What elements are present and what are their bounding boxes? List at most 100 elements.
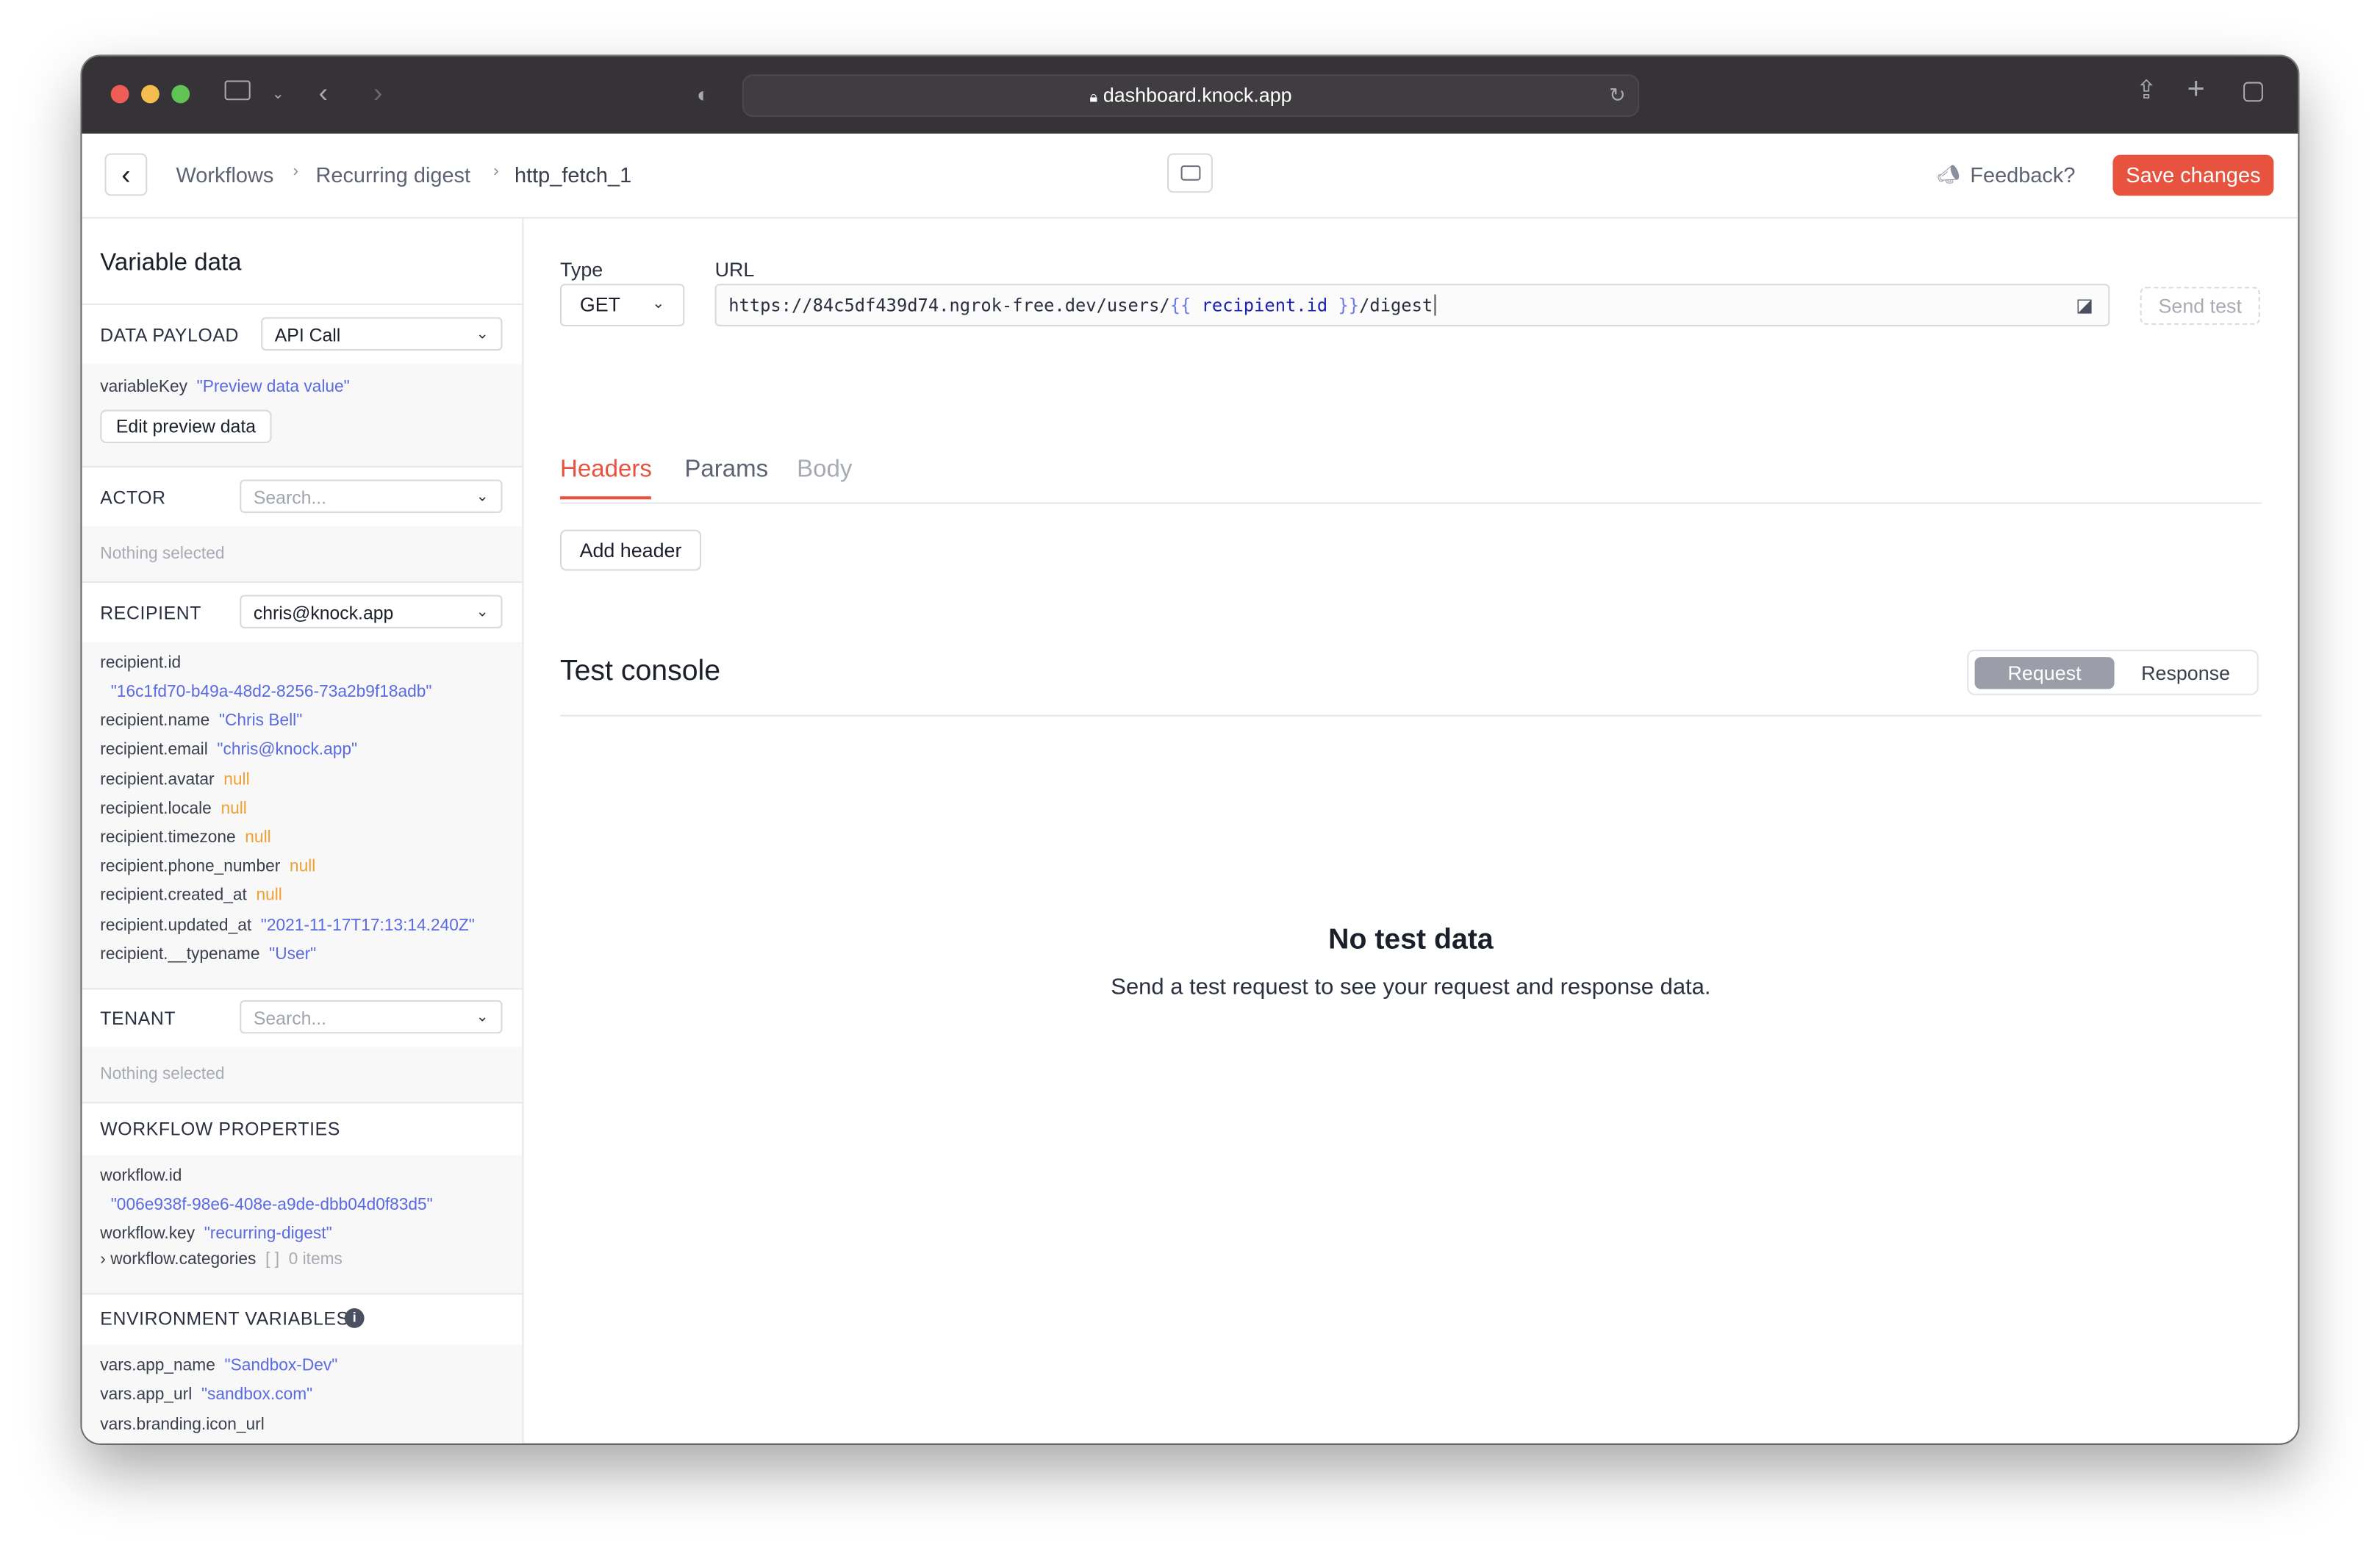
tab-overview-icon[interactable] bbox=[2243, 82, 2263, 102]
empty-state-text: Send a test request to see your request … bbox=[1111, 974, 1711, 1000]
console-segmented-control: Request Response bbox=[1967, 649, 2259, 695]
field-value: "User" bbox=[269, 945, 317, 964]
save-changes-button[interactable]: Save changes bbox=[2112, 154, 2274, 196]
empty-state-title: No test data bbox=[1328, 924, 1494, 956]
send-test-button[interactable]: Send test bbox=[2140, 287, 2260, 325]
app-header: ‹ Workflows › Recurring digest › http_fe… bbox=[82, 134, 2298, 219]
url-input[interactable]: https://84c5df439d74.ngrok-free.dev/user… bbox=[714, 284, 2110, 326]
forward-icon[interactable]: › bbox=[373, 79, 382, 106]
segment-response[interactable]: Response bbox=[2118, 657, 2254, 689]
breadcrumb-recurring-digest[interactable]: Recurring digest bbox=[316, 162, 471, 187]
chevron-right-icon: › bbox=[100, 1250, 106, 1269]
maximize-window-button[interactable] bbox=[171, 85, 190, 104]
segment-request[interactable]: Request bbox=[1974, 657, 2115, 689]
chevron-down-icon: ⌄ bbox=[476, 488, 489, 506]
breadcrumb-workflows[interactable]: Workflows bbox=[176, 162, 274, 187]
url-prefix: https://84c5df439d74.ngrok-free.dev/user… bbox=[728, 294, 1170, 316]
chevron-down-icon: ⌄ bbox=[652, 295, 665, 313]
url-brace-open: {{ bbox=[1169, 294, 1191, 316]
field-value: "Chris Bell" bbox=[218, 711, 303, 731]
field-value: "16c1fd70-b49a-48d2-8256-73a2b9f18adb" bbox=[110, 683, 432, 702]
actor-select[interactable]: Search... ⌄ bbox=[240, 479, 503, 513]
chevron-down-icon: ⌄ bbox=[476, 603, 489, 621]
panel-toggle-button[interactable] bbox=[1166, 153, 1213, 193]
workflow-id-value: "006e938f-98e6-408e-a9de-dbb04d0f83d5" bbox=[110, 1196, 433, 1214]
browser-toolbar: ⌄ ‹ › ◐ 🔒︎ dashboard.knock.app ↻ ⇪ + bbox=[82, 56, 2298, 134]
recipient-fields: recipient.id "16c1fd70-b49a-48d2-8256-73a… bbox=[82, 642, 523, 990]
minimize-window-button[interactable] bbox=[141, 85, 159, 104]
workflow-categories-brackets: [ ] bbox=[265, 1250, 280, 1269]
tab-params[interactable]: Params bbox=[684, 457, 768, 497]
field-value: null bbox=[289, 858, 316, 876]
field-key: vars.branding.icon_url bbox=[100, 1416, 265, 1435]
lock-icon: 🔒︎ bbox=[1089, 89, 1098, 107]
shield-icon[interactable]: ◐ bbox=[697, 82, 709, 107]
recipient-label: RECIPIENT bbox=[100, 602, 202, 624]
field-value: null bbox=[245, 828, 271, 847]
field-key: vars.app_name bbox=[100, 1357, 215, 1375]
workflow-key-key: workflow.key bbox=[100, 1224, 196, 1244]
edit-preview-data-button[interactable]: Edit preview data bbox=[100, 409, 272, 443]
url-text: dashboard.knock.app bbox=[1103, 83, 1292, 107]
chevron-down-icon: ⌄ bbox=[476, 1009, 489, 1026]
actor-label: ACTOR bbox=[100, 487, 166, 509]
recipient-field: recipient.phone_number null bbox=[100, 858, 315, 876]
tab-headers[interactable]: Headers bbox=[559, 457, 652, 500]
actor-empty: Nothing selected bbox=[100, 545, 225, 564]
method-value: GET bbox=[579, 293, 621, 316]
recipient-field: recipient.email "chris@knock.app" bbox=[100, 742, 357, 760]
env-field: vars.branding.icon_url bbox=[100, 1416, 273, 1434]
data-payload-row: DATA PAYLOAD API Call ⌄ bbox=[82, 304, 523, 366]
data-payload-select[interactable]: API Call ⌄ bbox=[261, 317, 503, 351]
field-value: "Sandbox-Dev" bbox=[224, 1357, 338, 1375]
field-value: "sandbox.com" bbox=[201, 1386, 313, 1405]
url-label: URL bbox=[714, 258, 755, 281]
field-value: null bbox=[223, 770, 250, 789]
variable-picker-icon[interactable]: ◪ bbox=[2076, 285, 2093, 325]
reload-icon[interactable]: ↻ bbox=[1609, 76, 1626, 115]
workflow-categories-toggle[interactable]: › workflow.categories [ ] 0 items bbox=[100, 1251, 343, 1269]
field-key: recipient.updated_at bbox=[100, 916, 252, 935]
env-fields: vars.app_name "Sandbox-Dev" vars.app_url … bbox=[82, 1344, 523, 1443]
tenant-empty: Nothing selected bbox=[100, 1065, 225, 1084]
chevron-down-icon[interactable]: ⌄ bbox=[272, 84, 284, 108]
breadcrumb-current: http_fetch_1 bbox=[515, 162, 632, 187]
feedback-link[interactable]: Feedback? bbox=[1970, 162, 2075, 187]
sidebar-toggle-icon[interactable] bbox=[224, 80, 251, 101]
url-variable: recipient.id bbox=[1191, 294, 1338, 316]
recipient-select[interactable]: chris@knock.app ⌄ bbox=[240, 595, 503, 628]
field-key: vars.app_url bbox=[100, 1386, 193, 1405]
sidebar-title: Variable data bbox=[100, 250, 242, 276]
workflow-properties-label: WORKFLOW PROPERTIES bbox=[100, 1118, 340, 1140]
field-key: recipient.__typename bbox=[100, 945, 260, 964]
browser-window: ⌄ ‹ › ◐ 🔒︎ dashboard.knock.app ↻ ⇪ + ‹ W… bbox=[82, 56, 2298, 1443]
recipient-field: recipient.timezone null bbox=[100, 828, 270, 847]
recipient-field: recipient.avatar null bbox=[100, 770, 249, 789]
tenant-placeholder: Search... bbox=[253, 1008, 327, 1030]
back-icon[interactable]: ‹ bbox=[319, 79, 328, 106]
environment-variables-label: ENVIRONMENT VARIABLES bbox=[100, 1308, 349, 1330]
env-field: vars.app_url "sandbox.com" bbox=[100, 1386, 312, 1405]
field-key: recipient.avatar bbox=[100, 770, 215, 789]
field-key: recipient.locale bbox=[100, 799, 212, 818]
variable-value: "Preview data value" bbox=[196, 378, 350, 396]
chevron-down-icon: ⌄ bbox=[476, 326, 489, 343]
field-value: null bbox=[221, 799, 247, 818]
add-header-button[interactable]: Add header bbox=[559, 529, 702, 571]
address-bar[interactable]: 🔒︎ dashboard.knock.app ↻ bbox=[742, 74, 1640, 118]
field-key: recipient.phone_number bbox=[100, 858, 281, 876]
recipient-field: recipient.locale null bbox=[100, 800, 247, 818]
share-icon[interactable]: ⇪ bbox=[2135, 77, 2157, 103]
env-field: vars.app_name "Sandbox-Dev" bbox=[100, 1357, 337, 1375]
new-tab-icon[interactable]: + bbox=[2187, 74, 2205, 104]
method-select[interactable]: GET ⌄ bbox=[559, 284, 685, 326]
field-key: recipient.email bbox=[100, 741, 208, 760]
close-window-button[interactable] bbox=[110, 85, 129, 104]
tab-body[interactable]: Body bbox=[797, 457, 852, 497]
back-button[interactable]: ‹ bbox=[104, 153, 148, 196]
workflow-id-key: workflow.id bbox=[100, 1166, 182, 1186]
info-icon[interactable]: i bbox=[344, 1308, 365, 1328]
actor-placeholder: Search... bbox=[253, 487, 327, 509]
recipient-field: recipient.__typename "User" bbox=[100, 945, 316, 964]
tenant-select[interactable]: Search... ⌄ bbox=[240, 1000, 503, 1034]
